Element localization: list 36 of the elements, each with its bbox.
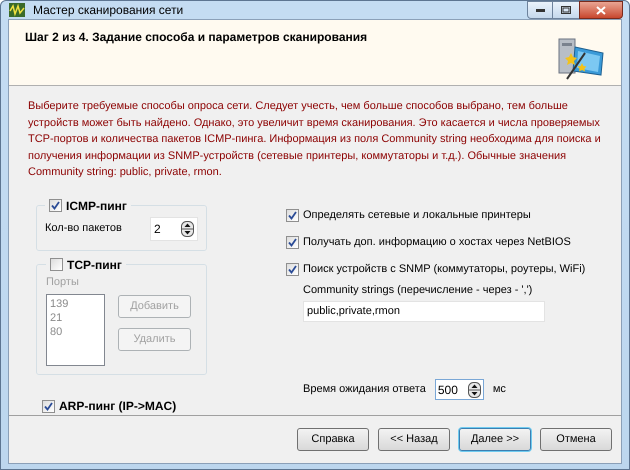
arp-checkbox[interactable] bbox=[42, 400, 55, 412]
description-text: Выберите требуемые способы опроса сети. Следует учесть, чем больше способов выбрано, тем больше устройств может быть найдено. Однако, это увеличит время сканирования. Это касается и числа проверяемых TCP-портов и количества пакетов ICMP-пинга. Информация из поля Community string необходима для поиска и получения информации из SNMP-устройств (сетевые принтеры, коммутаторы и т.д.). Обычные значения Community string: public, private, rmon. bbox=[28, 99, 602, 180]
close-button[interactable] bbox=[579, 1, 623, 19]
option-label: Получать доп. информацию о хостах через NetBIOS bbox=[303, 234, 571, 250]
spinner-arrows-icon[interactable] bbox=[468, 382, 481, 398]
community-field[interactable]: public,private,rmon bbox=[303, 301, 545, 322]
icmp-checkbox[interactable] bbox=[49, 199, 62, 212]
app-icon bbox=[9, 3, 25, 17]
option-checkbox[interactable] bbox=[286, 236, 299, 248]
option-label: Поиск устройств с SNMP (коммутаторы, роутеры, WiFi) bbox=[303, 262, 586, 277]
minimize-button[interactable] bbox=[527, 1, 553, 19]
arp-label: ARP-пинг (IP->MAC) bbox=[59, 398, 176, 415]
tcp-checkbox[interactable] bbox=[50, 258, 63, 271]
option-checkbox[interactable] bbox=[286, 208, 299, 222]
step-title: Шаг 2 из 4. Задание способа и параметров сканирования bbox=[25, 29, 368, 46]
packets-field[interactable]: 2 bbox=[150, 216, 198, 240]
tcp-label: TCP-пинг bbox=[67, 256, 122, 274]
dialog-button[interactable]: Далее >> bbox=[459, 428, 531, 451]
dialog-button[interactable]: Справка bbox=[297, 428, 369, 451]
dialog-button[interactable]: << Назад bbox=[378, 428, 450, 451]
maximize-button[interactable] bbox=[553, 1, 579, 19]
icmp-label: ICMP-пинг bbox=[66, 198, 127, 214]
maximize-icon bbox=[561, 6, 571, 14]
timeout-field[interactable]: 500 bbox=[434, 379, 484, 400]
timeout-unit: мс bbox=[492, 382, 506, 398]
dialog-button[interactable]: Отмена bbox=[540, 428, 612, 451]
minimize-icon bbox=[536, 8, 544, 12]
option-checkbox[interactable] bbox=[286, 262, 299, 276]
option-label: Определять сетевые и локальные принтеры bbox=[303, 208, 531, 223]
ports-label: Порты bbox=[46, 274, 80, 290]
window-title: Мастер сканирования сети bbox=[33, 2, 184, 19]
spinner-arrows-icon[interactable] bbox=[181, 220, 194, 236]
packets-label: Кол-во пакетов bbox=[45, 221, 122, 236]
timeout-label: Время ожидания ответа bbox=[303, 382, 426, 398]
close-icon bbox=[596, 6, 606, 14]
community-label: Community strings (перечисление - через - ',') bbox=[303, 282, 534, 298]
